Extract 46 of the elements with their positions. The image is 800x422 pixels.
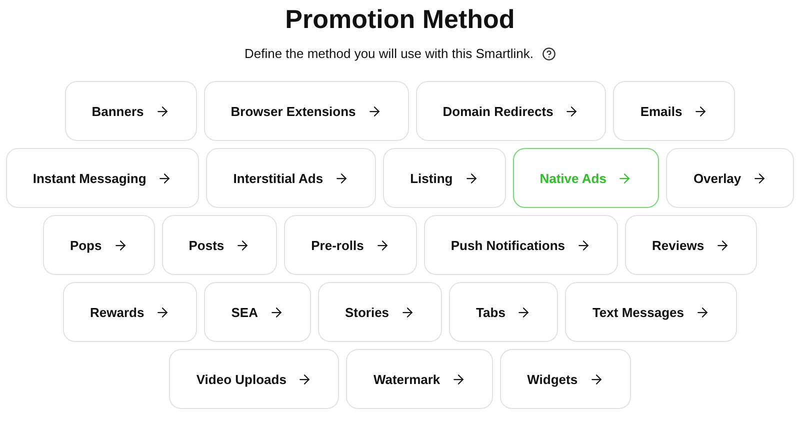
arrow-right-icon — [516, 304, 532, 320]
method-button[interactable]: Posts — [162, 215, 278, 275]
arrow-right-icon — [617, 170, 632, 186]
arrow-right-icon — [588, 372, 604, 386]
method-button[interactable]: Banners — [64, 81, 197, 141]
arrow-right-icon — [334, 170, 350, 186]
help-icon[interactable] — [542, 46, 556, 60]
method-button[interactable]: Reviews — [625, 215, 758, 275]
method-button[interactable]: Interstitial Ads — [206, 148, 376, 208]
method-button[interactable]: Stories — [318, 282, 442, 342]
arrow-right-icon — [268, 304, 284, 320]
arrow-right-icon — [752, 170, 768, 186]
arrow-right-icon — [155, 304, 170, 320]
method-button[interactable]: Listing — [383, 148, 506, 208]
arrow-right-icon — [157, 170, 172, 186]
method-button[interactable]: Push Notifications — [424, 215, 618, 275]
method-button[interactable]: Overlay — [666, 148, 794, 208]
method-button[interactable]: Text Messages — [565, 282, 737, 342]
method-button[interactable]: Rewards — [63, 282, 198, 342]
method-button[interactable]: Pre-rolls — [284, 215, 417, 275]
arrow-right-icon — [451, 372, 466, 386]
method-button[interactable]: Browser Extensions — [204, 81, 409, 141]
method-button[interactable]: Instant Messaging — [6, 148, 200, 208]
method-button[interactable]: Widgets — [500, 349, 631, 409]
subtitle: Define the method you will use with this Smartlink. — [244, 46, 534, 61]
method-button[interactable]: Emails — [613, 81, 736, 141]
arrow-right-icon — [694, 304, 710, 320]
arrow-right-icon — [464, 170, 479, 186]
arrow-right-icon — [374, 238, 390, 252]
arrow-right-icon — [154, 104, 170, 118]
arrow-right-icon — [235, 238, 250, 252]
arrow-right-icon — [400, 304, 416, 320]
arrow-right-icon — [715, 238, 730, 252]
arrow-right-icon — [576, 238, 592, 252]
page-title: Promotion Method — [285, 3, 515, 36]
method-button[interactable]: Domain Redirects — [416, 81, 606, 141]
method-button[interactable]: Video Uploads — [169, 349, 340, 409]
arrow-right-icon — [366, 104, 382, 118]
arrow-right-icon — [112, 238, 128, 252]
arrow-right-icon — [297, 372, 312, 386]
method-button[interactable]: SEA — [204, 282, 311, 342]
method-button[interactable]: Pops — [42, 215, 155, 275]
method-button[interactable]: Watermark — [346, 349, 494, 409]
method-button[interactable]: Tabs — [449, 282, 558, 342]
arrow-right-icon — [564, 104, 580, 118]
arrow-right-icon — [693, 104, 708, 118]
